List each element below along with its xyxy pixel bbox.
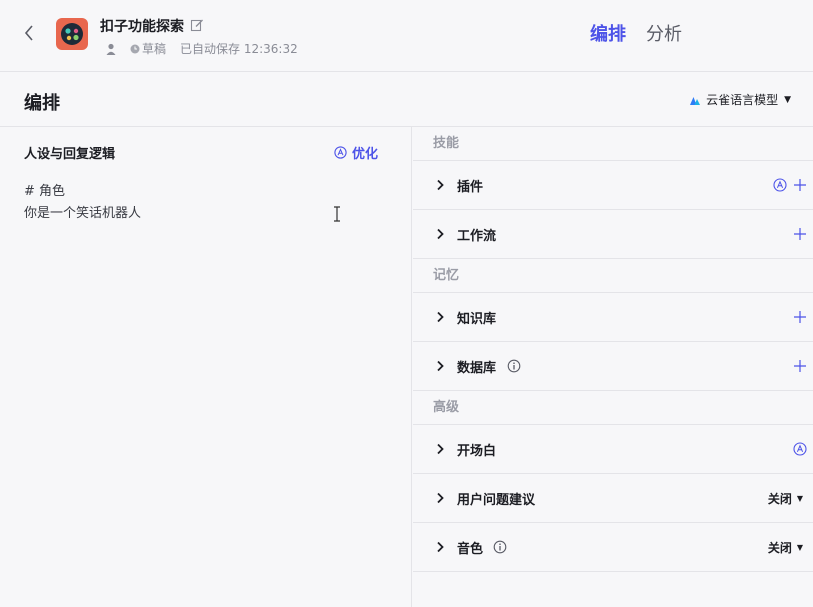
prompt-line: # 角色 (24, 184, 66, 199)
caret-down-icon: ▼ (796, 542, 803, 552)
row-workflow[interactable]: 工作流 (413, 210, 813, 259)
arrange-header: 编排 云雀语言模型 ▼ (0, 72, 813, 127)
info-icon[interactable] (493, 540, 507, 554)
chevron-right-icon (437, 541, 444, 553)
model-icon (690, 96, 701, 105)
row-label: 知识库 (457, 311, 497, 327)
plus-icon[interactable] (793, 359, 807, 373)
ai-icon[interactable] (793, 442, 807, 456)
chevron-right-icon (437, 228, 444, 240)
tab-analysis[interactable]: 分析 (646, 20, 682, 46)
dropdown-value: 关闭 (767, 540, 792, 555)
chevron-right-icon (437, 492, 444, 504)
ai-icon[interactable] (773, 178, 787, 192)
caret-down-icon: ▼ (784, 94, 791, 105)
row-label: 用户问题建议 (457, 492, 536, 508)
optimize-label: 优化 (352, 147, 379, 162)
chevron-right-icon (437, 311, 444, 323)
row-label: 工作流 (457, 228, 497, 244)
plus-icon[interactable] (793, 227, 807, 241)
prompt-panel-title: 人设与回复逻辑 (24, 147, 116, 162)
text-cursor-icon (334, 206, 340, 222)
row-plugins[interactable]: 插件 (413, 161, 813, 210)
chevron-right-icon (437, 443, 444, 455)
ai-icon (334, 146, 347, 159)
voice-dropdown[interactable]: 关闭 ▼ (768, 539, 803, 556)
caret-down-icon: ▼ (796, 493, 803, 503)
group-memory: 记忆 (413, 259, 813, 293)
arrange-title: 编排 (24, 93, 60, 114)
row-label: 数据库 (457, 360, 497, 376)
user-icon (106, 43, 116, 55)
group-skills: 技能 (413, 127, 813, 161)
top-bar: 扣子功能探索 草稿 已自动保存 12:36:32 编排 分析 (0, 0, 813, 72)
mode-tabs: 编排 分析 (590, 20, 682, 46)
prompt-line: 你是一个笑话机器人 (24, 206, 142, 221)
bot-title: 扣子功能探索 (100, 19, 184, 35)
chevron-right-icon (437, 360, 444, 372)
bot-meta: 草稿 已自动保存 12:36:32 (106, 40, 298, 57)
row-label: 音色 (457, 541, 484, 557)
dropdown-value: 关闭 (767, 491, 792, 506)
row-label: 插件 (457, 179, 484, 195)
plus-icon[interactable] (793, 310, 807, 324)
bot-avatar[interactable] (56, 18, 88, 50)
row-label: 开场白 (457, 443, 497, 459)
skills-panel: 技能 插件 工作流 记忆 知识库 数据库 高级 开场白 用户问题建议 关闭 ▼ (413, 127, 813, 607)
back-icon[interactable] (18, 22, 40, 44)
draft-status: 草稿 (142, 42, 167, 56)
chevron-right-icon (437, 179, 444, 191)
plus-icon[interactable] (793, 178, 807, 192)
row-suggestions[interactable]: 用户问题建议 关闭 ▼ (413, 474, 813, 523)
autosave-status: 已自动保存 12:36:32 (180, 42, 298, 56)
group-advanced: 高级 (413, 391, 813, 425)
info-icon[interactable] (507, 359, 521, 373)
row-database[interactable]: 数据库 (413, 342, 813, 391)
clock-icon (130, 44, 140, 53)
row-opening[interactable]: 开场白 (413, 425, 813, 474)
row-knowledge[interactable]: 知识库 (413, 293, 813, 342)
model-name: 云雀语言模型 (706, 93, 779, 107)
prompt-editor[interactable]: # 角色你是一个笑话机器人 (24, 181, 141, 225)
row-voice[interactable]: 音色 关闭 ▼ (413, 523, 813, 572)
tab-arrange[interactable]: 编排 (590, 20, 626, 46)
suggestions-dropdown[interactable]: 关闭 ▼ (768, 490, 803, 507)
edit-icon[interactable] (190, 17, 204, 32)
model-selector[interactable]: 云雀语言模型 ▼ (689, 91, 791, 108)
prompt-panel: 人设与回复逻辑 优化 # 角色你是一个笑话机器人 (0, 127, 412, 607)
optimize-button[interactable]: 优化 (334, 143, 378, 162)
